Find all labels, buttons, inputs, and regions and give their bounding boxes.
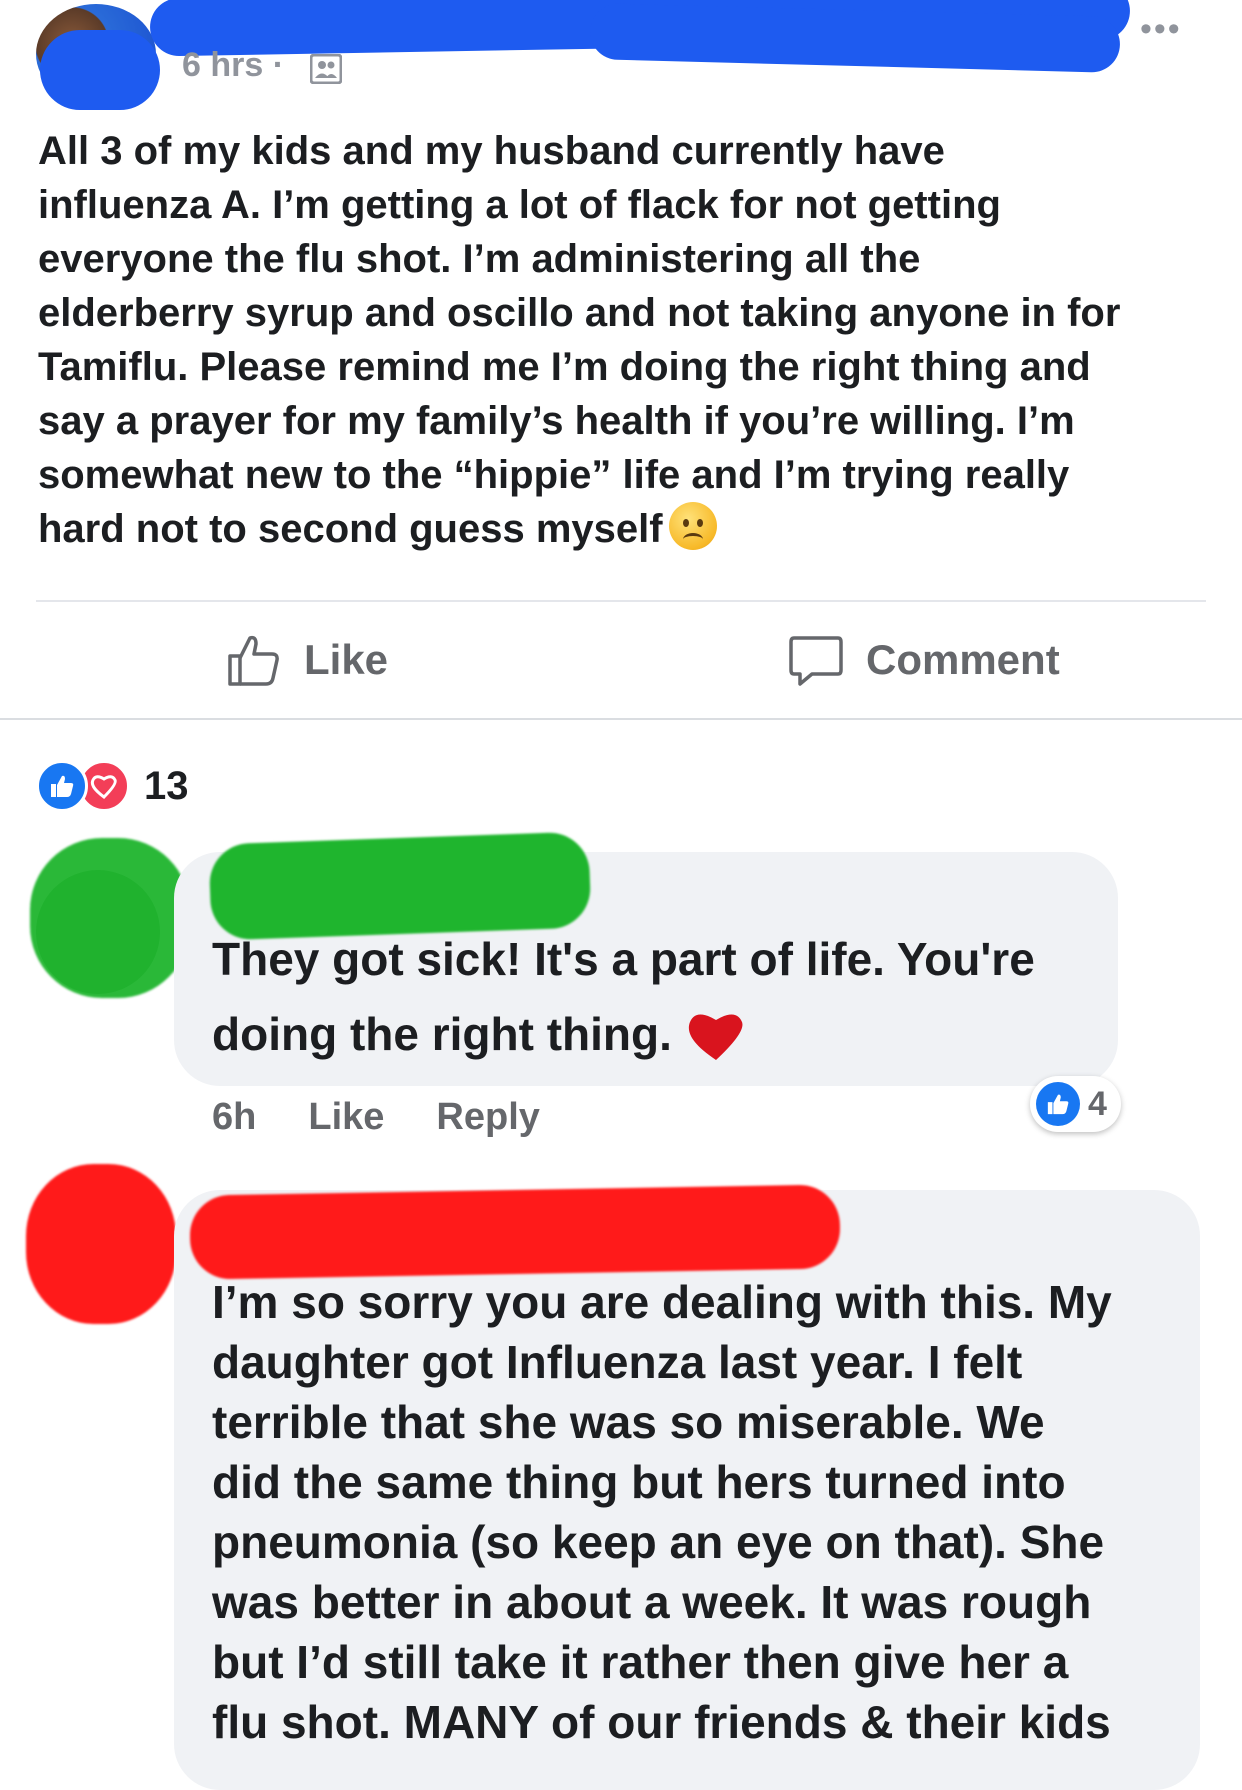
post-body-text: All 3 of my kids and my husband currentl…: [38, 129, 1121, 551]
like-label: Like: [304, 636, 389, 683]
reactions-count: 13: [144, 763, 189, 808]
divider: [36, 600, 1206, 602]
comment-actions: 6h Like Reply: [212, 1096, 540, 1139]
like-button[interactable]: Like: [226, 632, 388, 688]
comment-bubble-2: I’m so sorry you are dealing with this. …: [174, 1190, 1200, 1790]
post-timestamp[interactable]: 6 hrs ·: [182, 46, 284, 85]
post-body: All 3 of my kids and my husband currentl…: [38, 124, 1208, 556]
like-reaction-icon: [1036, 1082, 1080, 1126]
commenter-avatar-redaction: [30, 838, 190, 998]
comment-text: They got sick! It's a part of life. You'…: [212, 933, 1035, 1060]
comment-reply-button[interactable]: Reply: [436, 1096, 539, 1139]
like-reaction-icon: [36, 760, 88, 812]
comment-like-badge[interactable]: 4: [1030, 1076, 1121, 1132]
comment-like-button[interactable]: Like: [308, 1096, 384, 1139]
red-heart-emoji: [688, 1014, 743, 1060]
worried-face-emoji: [668, 502, 717, 550]
section-divider: [0, 718, 1242, 720]
commenter-name-redaction: [208, 831, 592, 941]
commenter-name-redaction-2: [189, 1184, 841, 1280]
comment-timestamp[interactable]: 6h: [212, 1096, 256, 1139]
comment-like-count: 4: [1088, 1084, 1107, 1123]
more-options-icon[interactable]: •••: [1140, 10, 1182, 49]
comment-text-2: I’m so sorry you are dealing with this. …: [212, 1276, 1112, 1748]
commenter-avatar-redaction-2: [26, 1164, 176, 1324]
reactions-summary[interactable]: 13: [36, 760, 189, 812]
friends-icon: [310, 54, 342, 84]
avatar-redaction: [40, 30, 160, 110]
comment-icon: [789, 636, 843, 686]
comment-label: Comment: [866, 636, 1060, 683]
comment-button[interactable]: Comment: [788, 632, 1060, 688]
thumbs-up-icon: [228, 635, 279, 686]
